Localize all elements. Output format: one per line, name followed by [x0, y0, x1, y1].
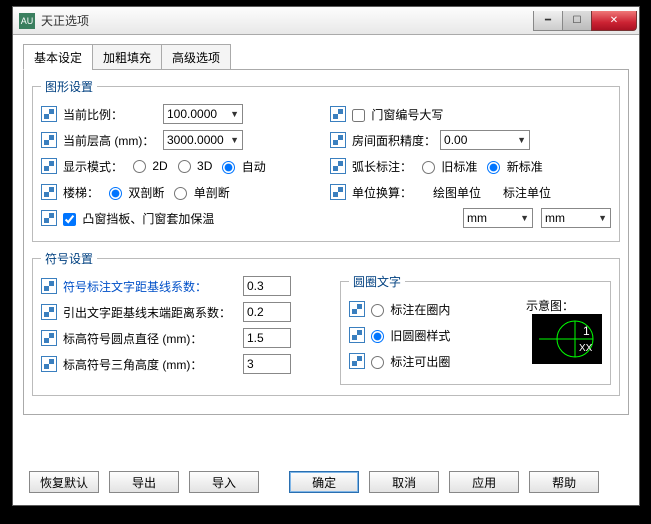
scale-combo[interactable]: 100.0000▼ [163, 104, 243, 124]
setting-icon[interactable] [349, 353, 365, 369]
display-3d-radio[interactable]: 3D [178, 159, 213, 173]
unit-label: 单位换算： [352, 184, 422, 201]
floor-height-combo[interactable]: 3000.0000▼ [163, 130, 243, 150]
tab-bold-fill[interactable]: 加粗填充 [92, 44, 162, 70]
content-area: 基本设定 加粗填充 高级选项 图形设置 当前比例： 100.0000▼ [13, 35, 639, 415]
setting-icon[interactable] [349, 327, 365, 343]
circle-out-radio[interactable]: 标注可出圈 [371, 353, 450, 370]
sample-icon: 1 XX [537, 317, 597, 361]
symbols-group: 符号设置 符号标注文字距基线系数： 引出文字距基线末端距离系数： [32, 250, 620, 396]
export-button[interactable]: 导出 [109, 471, 179, 493]
setting-icon[interactable] [41, 330, 57, 346]
unit-anno-combo[interactable]: mm▼ [541, 208, 611, 228]
setting-icon[interactable] [330, 106, 346, 122]
unit-draw-label: 绘图单位 [422, 184, 492, 201]
graphics-group: 图形设置 当前比例： 100.0000▼ 当前层高 (mm)： 3000.000… [32, 78, 620, 242]
restore-button[interactable]: 恢复默认 [29, 471, 99, 493]
display-mode-label: 显示模式： [63, 158, 123, 175]
tab-advanced[interactable]: 高级选项 [161, 44, 231, 70]
chevron-down-icon: ▼ [230, 109, 239, 119]
setting-icon[interactable] [41, 210, 57, 226]
leader-end-label: 引出文字距基线末端距离系数： [63, 304, 243, 321]
area-precision-label: 房间面积精度： [352, 132, 436, 149]
stair-label: 楼梯： [63, 184, 99, 201]
elev-diameter-label: 标高符号圆点直径 (mm)： [63, 330, 243, 347]
window-title: 天正选项 [41, 12, 534, 29]
chevron-down-icon: ▼ [598, 213, 607, 223]
symbols-legend: 符号设置 [41, 250, 97, 267]
cancel-button[interactable]: 取消 [369, 471, 439, 493]
circle-old-radio[interactable]: 旧圆圈样式 [371, 327, 450, 344]
unit-draw-combo[interactable]: mm▼ [463, 208, 533, 228]
tab-basic[interactable]: 基本设定 [23, 44, 93, 70]
import-button[interactable]: 导入 [189, 471, 259, 493]
text-offset-label: 符号标注文字距基线系数： [63, 278, 243, 295]
setting-icon[interactable] [41, 132, 57, 148]
arc-label: 弧长标注： [352, 158, 412, 175]
setting-icon[interactable] [330, 158, 346, 174]
elev-triangle-input[interactable] [243, 354, 291, 374]
setting-icon[interactable] [349, 301, 365, 317]
setting-icon[interactable] [41, 106, 57, 122]
titlebar[interactable]: AU 天正选项 ━ ☐ ✕ [13, 7, 639, 35]
app-icon: AU [19, 13, 35, 29]
graphics-legend: 图形设置 [41, 78, 97, 95]
sample-label: 示意图： [526, 297, 574, 314]
elev-triangle-label: 标高符号三角高度 (mm)： [63, 356, 243, 373]
floor-height-label: 当前层高 (mm)： [63, 132, 163, 149]
setting-icon[interactable] [41, 158, 57, 174]
circle-inside-radio[interactable]: 标注在圈内 [371, 301, 450, 318]
dialog-window: AU 天正选项 ━ ☐ ✕ 基本设定 加粗填充 高级选项 图形设置 当前比例： [12, 6, 640, 506]
window-upper-check[interactable]: 门窗编号大写 [352, 106, 443, 123]
tab-strip: 基本设定 加粗填充 高级选项 [23, 43, 629, 69]
tab-panel: 图形设置 当前比例： 100.0000▼ 当前层高 (mm)： 3000.000… [23, 69, 629, 415]
window-buttons: ━ ☐ ✕ [534, 11, 637, 31]
svg-text:XX: XX [579, 343, 593, 354]
arc-new-radio[interactable]: 新标准 [487, 158, 542, 175]
stair-double-radio[interactable]: 双剖断 [109, 184, 164, 201]
setting-icon[interactable] [330, 132, 346, 148]
minimize-button[interactable]: ━ [533, 11, 563, 31]
elev-diameter-input[interactable] [243, 328, 291, 348]
setting-icon[interactable] [41, 304, 57, 320]
apply-button[interactable]: 应用 [449, 471, 519, 493]
setting-icon[interactable] [41, 278, 57, 294]
display-2d-radio[interactable]: 2D [133, 159, 168, 173]
circle-text-legend: 圆圈文字 [349, 273, 405, 290]
circle-text-group: 圆圈文字 标注在圈内 旧圆圈样式 [340, 273, 611, 385]
leader-end-input[interactable] [243, 302, 291, 322]
close-button[interactable]: ✕ [591, 11, 637, 31]
arc-old-radio[interactable]: 旧标准 [422, 158, 477, 175]
text-offset-input[interactable] [243, 276, 291, 296]
unit-anno-label: 标注单位 [492, 184, 562, 201]
maximize-button[interactable]: ☐ [562, 11, 592, 31]
button-bar: 恢复默认 导出 导入 确定 取消 应用 帮助 [23, 463, 629, 501]
stair-single-radio[interactable]: 单剖断 [174, 184, 229, 201]
chevron-down-icon: ▼ [517, 135, 526, 145]
chevron-down-icon: ▼ [230, 135, 239, 145]
scale-label: 当前比例： [63, 106, 163, 123]
setting-icon[interactable] [41, 184, 57, 200]
sample-preview: 1 XX [532, 314, 602, 364]
area-precision-combo[interactable]: 0.00▼ [440, 130, 530, 150]
insulation-check[interactable]: 凸窗挡板、门窗套加保温 [63, 210, 214, 227]
setting-icon[interactable] [41, 356, 57, 372]
chevron-down-icon: ▼ [520, 213, 529, 223]
ok-button[interactable]: 确定 [289, 471, 359, 493]
svg-text:1: 1 [583, 324, 590, 338]
display-auto-radio[interactable]: 自动 [222, 158, 265, 175]
help-button[interactable]: 帮助 [529, 471, 599, 493]
setting-icon[interactable] [330, 184, 346, 200]
